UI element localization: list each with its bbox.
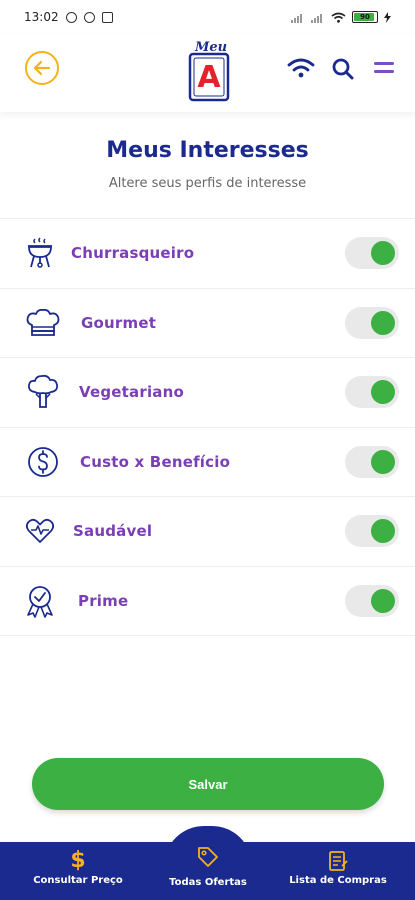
interest-toggle-churrasqueiro[interactable]	[345, 237, 399, 270]
interest-row-saudavel: Saudável	[0, 497, 415, 567]
nav-label: Lista de Compras	[289, 875, 387, 886]
broccoli-icon	[25, 375, 61, 409]
grill-icon	[24, 236, 56, 270]
interest-row-churrasqueiro: Churrasqueiro	[0, 219, 415, 289]
interests-list: Churrasqueiro Gourmet Vegetariano Custo …	[0, 218, 415, 636]
app-logo: Meu A	[186, 40, 232, 102]
page-title: Meus Interesses	[106, 138, 309, 163]
notification-icon	[65, 11, 77, 23]
status-bar: 13:02 90	[0, 0, 415, 34]
award-ribbon-icon	[24, 584, 56, 618]
interest-toggle-vegetariano[interactable]	[345, 376, 399, 409]
battery-icon: 90	[352, 11, 378, 23]
bottom-nav: $ Consultar Preço Todas Ofertas Lista de…	[0, 842, 415, 900]
notification-icon	[83, 11, 95, 23]
battery-level: 90	[360, 12, 370, 21]
interest-label: Prime	[78, 591, 129, 610]
back-button[interactable]	[25, 51, 59, 85]
interest-toggle-saudavel[interactable]	[345, 515, 399, 548]
interest-label: Custo x Benefício	[80, 452, 231, 471]
interest-row-custo-beneficio: Custo x Benefício	[0, 428, 415, 497]
status-time: 13:02	[24, 10, 59, 24]
search-icon	[332, 58, 354, 80]
dollar-sign-icon: $	[70, 848, 86, 873]
menu-icon	[374, 62, 394, 65]
signal-icon	[311, 13, 322, 23]
wifi-status-icon	[331, 12, 346, 23]
nav-lista-de-compras[interactable]: Lista de Compras	[288, 842, 388, 900]
logo-letter: A	[197, 60, 221, 95]
shopping-list-icon	[326, 849, 350, 873]
dollar-circle-icon	[25, 445, 61, 479]
nav-consultar-preco[interactable]: $ Consultar Preço	[30, 842, 126, 900]
nav-label: Todas Ofertas	[169, 877, 247, 888]
wifi-icon	[287, 58, 315, 78]
save-button[interactable]: Salvar	[32, 758, 384, 810]
interest-row-gourmet: Gourmet	[0, 289, 415, 358]
interest-toggle-gourmet[interactable]	[345, 306, 399, 339]
interest-label: Saudável	[73, 522, 153, 541]
interest-row-prime: Prime	[0, 567, 415, 636]
interest-label: Churrasqueiro	[71, 244, 195, 263]
page-subtitle: Altere seus perfis de interesse	[108, 176, 307, 191]
price-tag-icon	[196, 845, 220, 869]
notification-icon	[101, 11, 113, 23]
interest-label: Gourmet	[81, 313, 157, 332]
signal-icon	[291, 13, 302, 23]
charging-icon	[384, 11, 391, 23]
logo-small-text: Meu	[195, 40, 228, 55]
interest-row-vegetariano: Vegetariano	[0, 358, 415, 428]
interest-toggle-prime[interactable]	[345, 584, 399, 617]
interest-label: Vegetariano	[79, 383, 185, 402]
menu-button[interactable]	[372, 62, 396, 78]
interest-toggle-custo-beneficio[interactable]	[345, 445, 399, 478]
nav-label: Consultar Preço	[33, 875, 123, 886]
chef-hat-icon	[25, 306, 61, 340]
heart-pulse-icon	[24, 514, 56, 548]
wifi-button[interactable]	[287, 56, 315, 80]
arrow-left-icon	[33, 60, 51, 76]
nav-todas-ofertas[interactable]: Todas Ofertas	[160, 842, 256, 900]
app-header: Meu A	[0, 34, 415, 112]
search-button[interactable]	[330, 56, 356, 82]
